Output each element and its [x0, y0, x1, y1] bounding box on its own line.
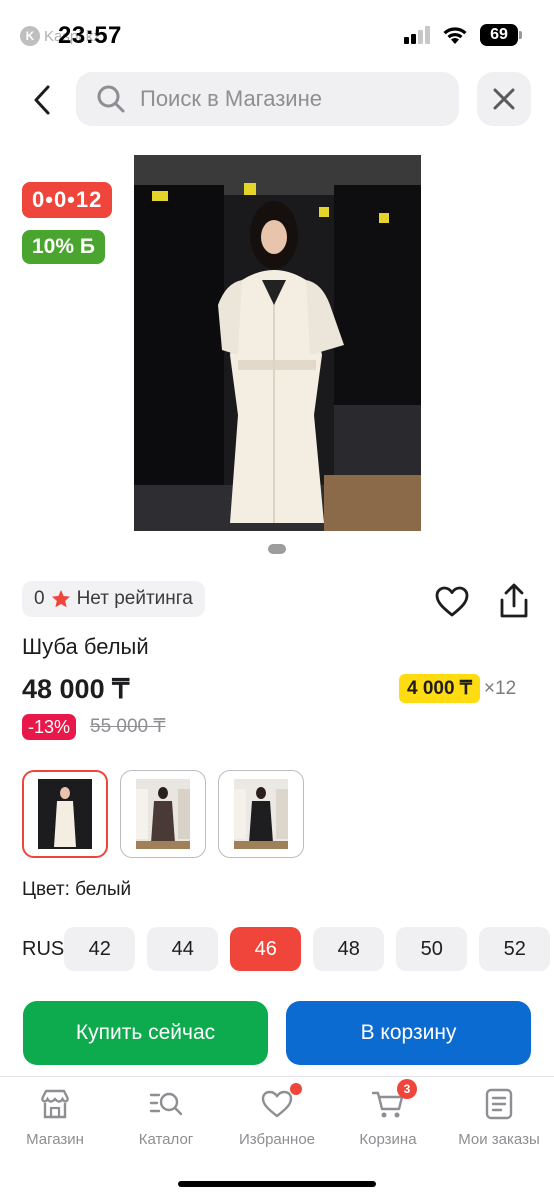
image-pager-dot	[268, 544, 286, 554]
status-bar: K Kaspi.kz 23:57 69	[0, 0, 554, 70]
tab-label: Магазин	[26, 1131, 84, 1148]
tab-cart[interactable]: 3 Корзина	[333, 1079, 443, 1148]
wifi-icon	[443, 27, 467, 44]
bonus-badge: 10% Б	[22, 230, 105, 264]
chevron-left-icon	[34, 85, 50, 115]
battery-indicator: 69	[480, 24, 522, 46]
close-icon	[493, 88, 515, 110]
size-option-selected[interactable]: 46	[230, 927, 302, 971]
battery-level: 69	[490, 26, 508, 43]
store-icon	[38, 1087, 72, 1121]
size-option[interactable]: 42	[64, 927, 136, 971]
heart-icon	[260, 1083, 302, 1121]
tab-label: Мои заказы	[458, 1131, 540, 1148]
tab-label: Каталог	[138, 1131, 194, 1148]
color-label: Цвет: белый	[22, 879, 132, 900]
installment-amount: 4 000 ₸	[399, 674, 480, 703]
fur-coat-photo	[134, 155, 421, 531]
heart-outline-icon	[435, 586, 469, 617]
star-icon	[51, 590, 70, 608]
close-button[interactable]	[477, 72, 531, 126]
size-system-label: RUS	[22, 937, 65, 960]
home-indicator[interactable]	[178, 1181, 376, 1187]
discount-badge: -13%	[22, 714, 77, 740]
search-input[interactable]	[140, 86, 440, 112]
share-icon	[500, 583, 528, 618]
size-option[interactable]: 52	[479, 927, 551, 971]
tab-label: Корзина	[359, 1131, 417, 1148]
tab-my-orders[interactable]: Мои заказы	[444, 1087, 554, 1148]
color-thumbnails	[22, 770, 304, 858]
kaspi-logo-icon: K	[20, 26, 40, 46]
tab-favorites[interactable]: Избранное	[222, 1083, 332, 1148]
favorites-dot-badge	[290, 1083, 302, 1095]
installment-info[interactable]: 4 000 ₸ ×12	[399, 674, 516, 703]
cart-count-badge: 3	[397, 1079, 417, 1099]
back-button[interactable]	[22, 80, 62, 120]
catalog-icon	[149, 1087, 183, 1121]
status-time: 23:57	[58, 22, 122, 49]
product-image[interactable]	[134, 155, 421, 531]
search-icon	[97, 85, 125, 113]
size-option[interactable]: 48	[313, 927, 385, 971]
tab-catalog[interactable]: Каталог	[111, 1087, 221, 1148]
thumbnail-image	[38, 779, 92, 849]
thumbnail-image	[136, 779, 190, 849]
cellular-signal-icon	[404, 26, 430, 44]
add-to-cart-button[interactable]: В корзину	[286, 1001, 531, 1065]
size-selector: RUS 42 44 46 48 50 52	[22, 926, 554, 972]
buy-now-button[interactable]: Купить сейчас	[23, 1001, 268, 1065]
status-indicators: 69	[404, 24, 522, 46]
size-option[interactable]: 50	[396, 927, 468, 971]
product-price: 48 000 ₸	[22, 674, 130, 704]
installment-badge: 0•0•12	[22, 182, 113, 218]
old-price: 55 000 ₸	[90, 716, 166, 737]
cart-icon: 3	[371, 1079, 417, 1121]
tab-store[interactable]: Магазин	[0, 1087, 110, 1148]
installment-months: ×12	[483, 677, 517, 699]
thumbnail-white[interactable]	[22, 770, 108, 858]
rating-count: 0	[34, 588, 45, 609]
thumbnail-image	[234, 779, 288, 849]
bottom-tab-bar: Магазин Каталог Избранное 3 Корзина Мои …	[0, 1076, 554, 1200]
search-bar[interactable]	[76, 72, 459, 126]
rating-chip[interactable]: 0 Нет рейтинга	[22, 581, 205, 617]
size-option[interactable]: 44	[147, 927, 219, 971]
tab-label: Избранное	[238, 1131, 316, 1148]
orders-icon	[482, 1087, 516, 1121]
rating-label: Нет рейтинга	[76, 588, 193, 609]
favorite-button[interactable]	[434, 584, 470, 620]
thumbnail-black[interactable]	[218, 770, 304, 858]
thumbnail-brown[interactable]	[120, 770, 206, 858]
share-button[interactable]	[496, 582, 532, 620]
product-title: Шуба белый	[22, 634, 149, 659]
header	[0, 70, 554, 130]
